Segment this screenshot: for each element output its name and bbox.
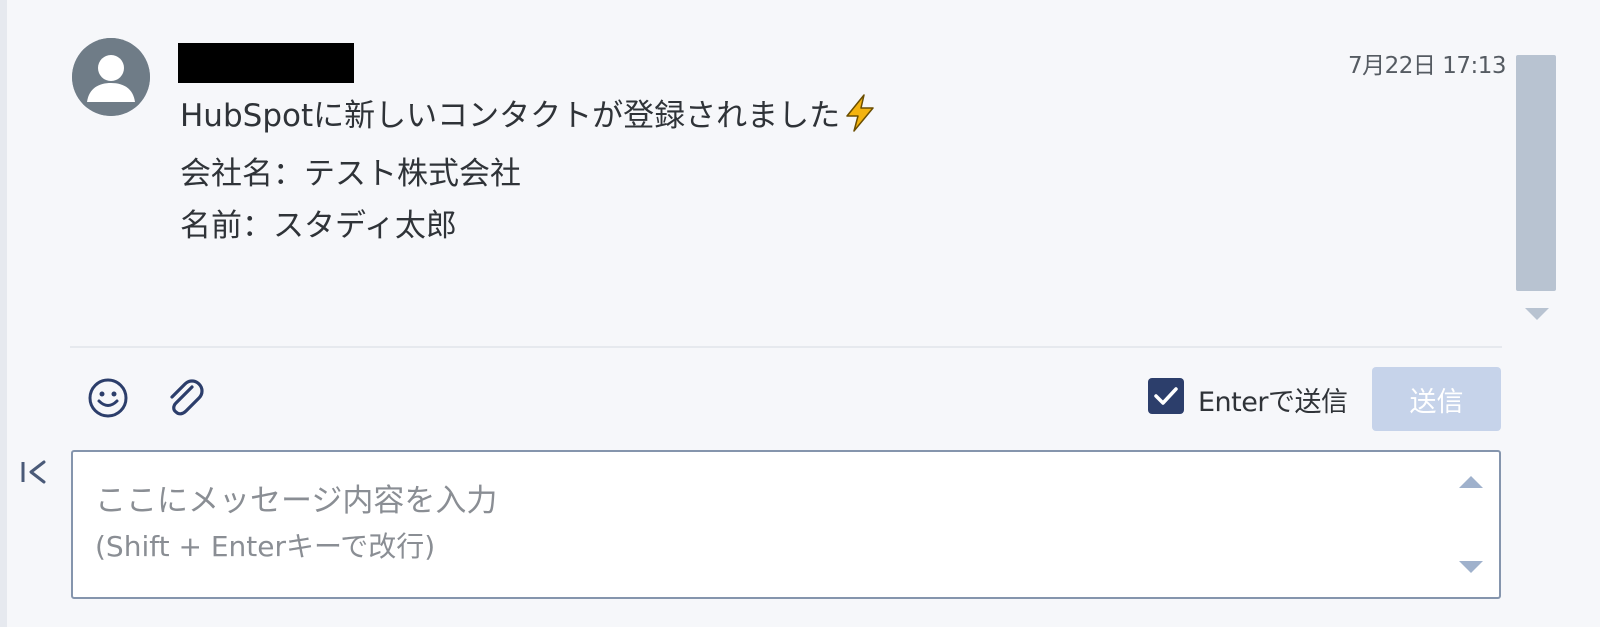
collapse-left-icon xyxy=(21,460,46,484)
scrollbar-thumb[interactable] xyxy=(1516,55,1556,291)
placeholder-line: ここにメッセージ内容を入力 xyxy=(95,483,498,519)
placeholder-line: (Shift + Enterキーで改行) xyxy=(95,530,436,563)
divider xyxy=(70,346,1502,348)
smiley-face-icon xyxy=(88,378,128,418)
enter-to-send-label[interactable]: Enterで送信 xyxy=(1198,380,1348,419)
message-line: HubSpotに新しいコンタクトが登録されました xyxy=(180,90,878,148)
paperclip-icon xyxy=(170,379,204,416)
checkmark-icon xyxy=(1154,387,1178,405)
message-line: 名前：スタディ太郎 xyxy=(180,208,457,244)
message-body: HubSpotに新しいコンタクトが登録されました 会社名：テスト株式会社 名前：… xyxy=(180,90,878,252)
emoji-button[interactable] xyxy=(86,376,130,420)
message-line: 会社名：テスト株式会社 xyxy=(180,156,521,192)
message-input-placeholder: ここにメッセージ内容を入力 (Shift + Enterキーで改行) xyxy=(95,478,497,570)
collapse-button[interactable] xyxy=(18,456,52,490)
message-input[interactable]: ここにメッセージ内容を入力 (Shift + Enterキーで改行) xyxy=(71,450,1501,599)
send-button[interactable]: 送信 xyxy=(1372,367,1501,431)
scroll-down-arrow-icon[interactable] xyxy=(1525,308,1549,320)
user-avatar-icon xyxy=(72,38,150,116)
lightning-bolt-icon xyxy=(842,94,878,148)
attach-file-button[interactable] xyxy=(164,376,208,420)
avatar xyxy=(72,38,150,116)
sender-name-redacted xyxy=(178,43,354,83)
message-line-text: HubSpotに新しいコンタクトが登録されました xyxy=(180,98,841,134)
input-scroll-down-icon[interactable] xyxy=(1459,561,1483,573)
input-scroll-up-icon[interactable] xyxy=(1459,476,1483,488)
enter-to-send-checkbox[interactable] xyxy=(1148,378,1184,414)
message-timestamp: 7月22日 17:13 xyxy=(1348,53,1507,79)
panel-edge xyxy=(0,0,7,627)
chat-panel: 7月22日 17:13 HubSpotに新しいコンタクトが登録されました 会社名… xyxy=(0,0,1600,627)
